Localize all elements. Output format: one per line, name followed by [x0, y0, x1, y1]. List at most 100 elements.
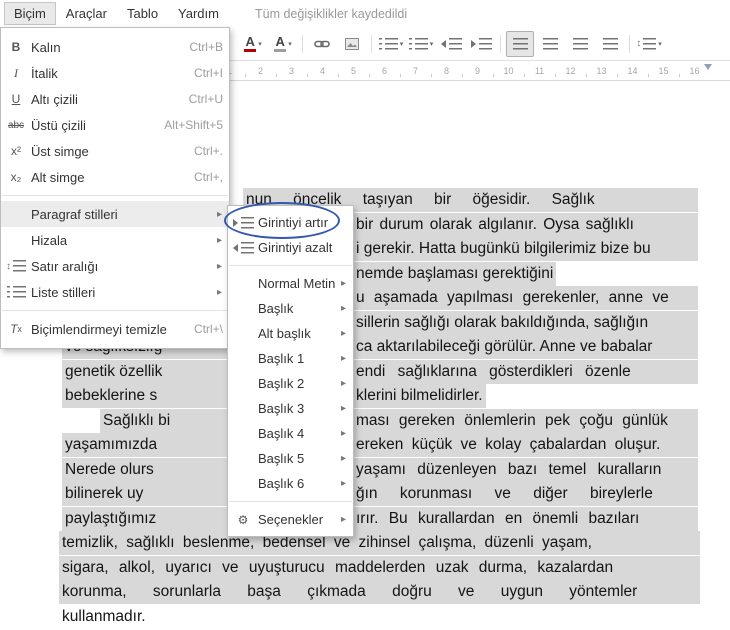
menu-item-icon-slot: x²	[1, 144, 31, 158]
format-menu-item-italik[interactable]: I İtalik Ctrl+I	[1, 60, 229, 86]
submenu-item-normal-metin[interactable]: Normal Metin ▸	[228, 271, 353, 296]
submenu-item-başlık-2[interactable]: Başlık 2 ▸	[228, 371, 353, 396]
strikethrough-icon: abc	[7, 119, 25, 131]
document-text-fragment[interactable]: kullanmadır.	[59, 605, 149, 629]
format-menu-item-alt-simge[interactable]: x₂ Alt simge Ctrl+,	[1, 164, 229, 190]
menu-item-icon-slot: I	[1, 66, 31, 81]
document-text-fragment[interactable]: Nerede olurs	[62, 458, 229, 482]
submenu-item-başlık-3[interactable]: Başlık 3 ▸	[228, 396, 353, 421]
submenu-item-başlık-6[interactable]: Başlık 6 ▸	[228, 471, 353, 496]
text-color-button[interactable]: A ▾	[239, 31, 267, 57]
document-text-fragment[interactable]: yaşamımızda	[62, 433, 229, 457]
submenu-arrow-icon: ▸	[340, 403, 346, 414]
document-line: genetik özellik endi sağlıklarına gösterd…	[0, 360, 730, 385]
menu-separator	[229, 265, 352, 266]
menu-item-shortcut: Ctrl+B	[189, 40, 223, 54]
align-left-icon	[512, 37, 528, 50]
document-text-fragment[interactable]: endi sağlıklarına gösterdikleri özenle	[353, 360, 698, 384]
document-text-fragment[interactable]: i gerekir. Hatta bugünkü bilgilerimiz bi…	[353, 237, 698, 261]
menubar-item-tablo[interactable]: Tablo	[117, 2, 168, 25]
menubar-item-araçlar[interactable]: Araçlar	[56, 2, 117, 25]
insert-image-button[interactable]	[338, 31, 366, 57]
menu-item-icon-slot	[1, 286, 31, 298]
document-text-fragment[interactable]: bilinerek uy	[62, 482, 229, 506]
italic-icon: I	[14, 65, 18, 80]
document-text-fragment[interactable]: Sağlıklı bi	[100, 409, 229, 433]
toolbar-separator	[500, 34, 501, 53]
document-text-fragment[interactable]: yaşamı düzenleyen bazı temel kuralların	[353, 458, 698, 482]
document-text-fragment[interactable]: ması gereken önlemlerin pek çoğu günlük	[353, 409, 698, 433]
menu-item-label: Paragraf stilleri	[31, 206, 118, 222]
document-line: korunma, sorunlarla başa çıkmada doğru v…	[0, 580, 730, 605]
format-menu-item-paragraf-stilleri[interactable]: Paragraf stilleri ▸	[1, 201, 229, 227]
document-text-fragment[interactable]: ırır. Bu kurallardan en önemli bazıları	[353, 507, 698, 531]
align-center-button[interactable]	[536, 31, 564, 57]
document-text-fragment[interactable]: ğın korunması ve diğer bireylerle	[353, 482, 698, 506]
document-text-fragment[interactable]: bebeklerine s	[62, 384, 229, 408]
document-text-fragment[interactable]: nemde başlaması gerektiğini	[353, 262, 557, 286]
ruler-number: 11	[524, 66, 555, 77]
document-text-fragment[interactable]: paylaştığımız	[62, 507, 229, 531]
submenu-item-alt-başlık[interactable]: Alt başlık ▸	[228, 321, 353, 346]
document-text-fragment[interactable]: klerini bilmelidirler.	[353, 384, 486, 408]
format-menu-item-üstü-çizili[interactable]: abc Üstü çizili Alt+Shift+5	[1, 112, 229, 138]
align-right-button[interactable]	[566, 31, 594, 57]
submenu-item-başlık[interactable]: Başlık ▸	[228, 296, 353, 321]
format-menu-item-hizala[interactable]: Hizala ▸	[1, 227, 229, 253]
document-text-fragment[interactable]: u aşamada yapılması gerekenler, anne ve	[353, 286, 698, 310]
document-text-fragment[interactable]: ereken küçük ve kolay çabalardan oluşur.	[353, 433, 698, 457]
format-menu-item-üst-simge[interactable]: x² Üst simge Ctrl+.	[1, 138, 229, 164]
ruler-number: 2	[245, 66, 276, 77]
decrease-indent-icon	[440, 37, 462, 50]
submenu-arrow-icon: ▸	[340, 328, 346, 339]
document-text-fragment[interactable]: temizlik, sağlıklı beslenme, bedensel ve…	[59, 531, 700, 555]
decrease-indent-icon	[232, 241, 254, 254]
insert-link-button[interactable]	[308, 31, 336, 57]
format-menu-item-kalın[interactable]: B Kalın Ctrl+B	[1, 34, 229, 60]
submenu-arrow-icon: ▸	[340, 453, 346, 464]
document-text-fragment[interactable]: ca aktarılabileceği görülür. Anne ve bab…	[353, 335, 698, 359]
align-left-button[interactable]	[506, 30, 534, 57]
decrease-indent-button[interactable]	[437, 31, 465, 57]
menu-item-label: Alt simge	[31, 169, 85, 185]
menu-item-icon-slot: abc	[1, 120, 31, 131]
ruler-number: 13	[586, 66, 617, 77]
document-text-fragment[interactable]: genetik özellik	[62, 360, 229, 384]
ruler-number: 4	[307, 66, 338, 77]
toolbar-separator	[629, 34, 630, 53]
menubar-item-biçim[interactable]: Biçim	[4, 2, 56, 25]
submenu-item-başlık-5[interactable]: Başlık 5 ▸	[228, 446, 353, 471]
line-spacing-icon: ↕	[636, 37, 657, 50]
format-menu-item-satır-aralığı[interactable]: ↕ Satır aralığı ▸	[1, 253, 229, 279]
menubar-item-yardım[interactable]: Yardım	[168, 2, 229, 25]
ruler-number: 3	[276, 66, 307, 77]
document-text-fragment[interactable]: bir durum olarak algılanır. Oysa sağlıkl…	[353, 213, 698, 237]
document-text-fragment[interactable]: sillerin sağlığı olarak bakıldığında, sa…	[353, 311, 698, 335]
right-margin-marker-icon[interactable]	[704, 64, 712, 70]
format-menu-item-liste-stilleri[interactable]: Liste stilleri ▸	[1, 279, 229, 305]
submenu-arrow-icon: ▸	[216, 234, 222, 246]
submenu-item-seçenekler[interactable]: ⚙ Seçenekler ▸	[228, 507, 353, 532]
align-justify-button[interactable]	[596, 31, 624, 57]
format-menu-item-biçimlendirmeyi-temizle[interactable]: Tx Biçimlendirmeyi temizle Ctrl+\	[1, 316, 229, 342]
menu-item-label: Hizala	[31, 232, 68, 248]
submenu-item-başlık-1[interactable]: Başlık 1 ▸	[228, 346, 353, 371]
menu-item-icon-slot: ↕	[1, 260, 31, 272]
list-styles-icon	[6, 286, 26, 298]
submenu-item-başlık-4[interactable]: Başlık 4 ▸	[228, 421, 353, 446]
bulleted-list-button[interactable]: ▾	[407, 31, 435, 57]
line-spacing-button[interactable]: ↕ ▾	[635, 31, 663, 57]
menu-item-icon-slot: B	[1, 40, 31, 54]
numbered-list-button[interactable]: ▾	[377, 31, 405, 57]
submenu-arrow-icon: ▸	[340, 478, 346, 489]
document-text-fragment[interactable]: korunma, sorunlarla başa çıkmada doğru v…	[59, 580, 700, 604]
menu-item-icon-slot: U	[1, 92, 31, 106]
highlight-color-icon: A	[274, 35, 287, 52]
format-menu-item-altı-çizili[interactable]: U Altı çizili Ctrl+U	[1, 86, 229, 112]
menu-item-shortcut: Ctrl+U	[188, 92, 223, 106]
increase-indent-button[interactable]	[467, 31, 495, 57]
save-status: Tüm değişiklikler kaydedildi	[254, 6, 408, 21]
document-text-fragment[interactable]: sigara, alkol, uyarıcı ve uyuşturucu mad…	[59, 556, 700, 580]
menu-bar: Biçim Araçlar Tablo Yardım Tüm değişiklikle…	[0, 0, 730, 27]
highlight-color-button[interactable]: A ▾	[269, 31, 297, 57]
